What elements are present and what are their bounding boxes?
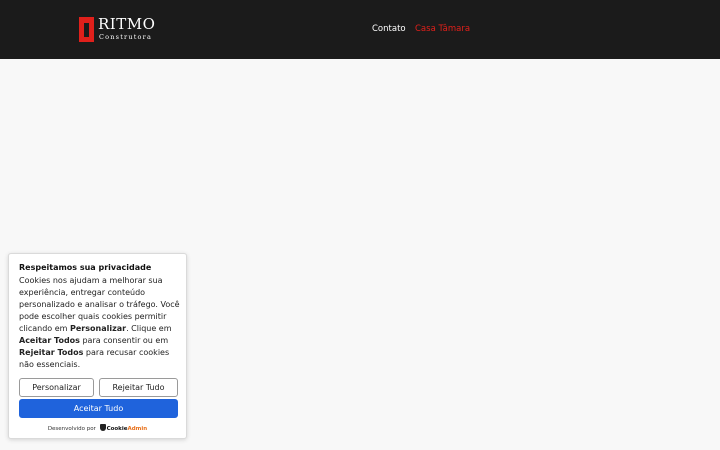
powered-by-prefix: Desenvolvido por (47, 426, 96, 432)
logo-subtitle: Construtora (99, 33, 153, 41)
powered-by-brand: Cookie (106, 426, 128, 432)
cookie-description: Cookies nos ajudam a melhorar sua experi… (19, 275, 181, 371)
cookie-text-bold: Rejeitar Todos (19, 348, 84, 357)
cookie-text-bold: Personalizar (70, 324, 127, 333)
customize-button[interactable]: Personalizar (19, 378, 94, 397)
accept-all-button[interactable]: Aceitar Tudo (19, 399, 178, 418)
cookie-text-part: para consentir ou em (79, 336, 169, 345)
logo-name: RITMO (98, 15, 156, 33)
powered-by: Desenvolvido por CookieAdmin (9, 424, 186, 432)
nav-link-contato[interactable]: Contato (372, 24, 406, 34)
cookie-consent-banner: Respeitamos sua privacidade Cookies nos … (8, 253, 187, 439)
cookie-text-part: . Clique em (126, 324, 172, 333)
logo-door-icon (79, 17, 94, 42)
cookie-text-bold: Aceitar Todos (19, 336, 80, 345)
site-header: RITMO Construtora Contato Casa Tâmara (0, 0, 720, 59)
reject-all-button[interactable]: Rejeitar Tudo (99, 378, 178, 397)
cookie-title: Respeitamos sua privacidade (19, 263, 152, 272)
powered-by-brand-accent: Admin (127, 426, 148, 432)
cookieadmin-link[interactable]: CookieAdmin (107, 426, 148, 432)
cookieadmin-shield-icon (99, 424, 106, 431)
nav-link-casa-tamara[interactable]: Casa Tâmara (415, 24, 470, 34)
